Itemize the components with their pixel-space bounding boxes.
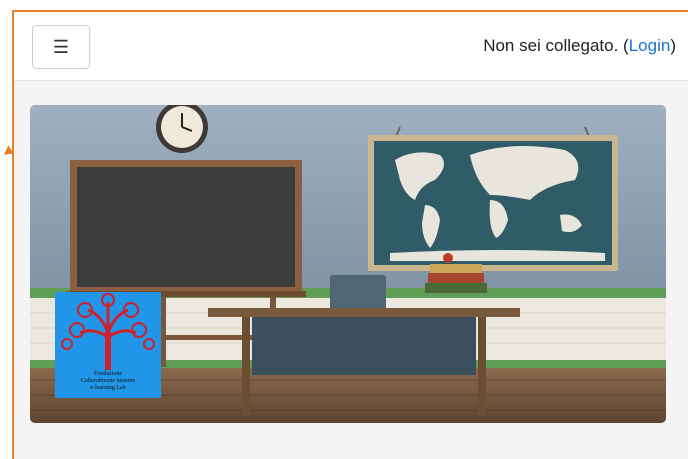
hamburger-menu-button[interactable]: ☰ bbox=[32, 25, 90, 69]
logo-caption-line: Fondazione bbox=[94, 371, 122, 377]
login-link[interactable]: Login bbox=[629, 36, 671, 55]
login-status-prefix: Non sei collegato. ( bbox=[483, 36, 629, 55]
logo-caption-line: Culturalmente insieme bbox=[80, 378, 136, 384]
foundation-logo: Fondazione Culturalmente insieme e-learn… bbox=[55, 292, 161, 398]
login-status: Non sei collegato. (Login) bbox=[483, 36, 676, 56]
login-status-suffix: ) bbox=[670, 36, 676, 55]
logo-caption: Fondazione Culturalmente insieme e-learn… bbox=[55, 371, 161, 392]
logo-caption-line: e-learning Lab bbox=[90, 385, 126, 391]
tree-logo-icon bbox=[61, 293, 155, 370]
top-navbar: ☰ Non sei collegato. (Login) bbox=[14, 12, 688, 81]
hamburger-icon: ☰ bbox=[52, 37, 70, 57]
